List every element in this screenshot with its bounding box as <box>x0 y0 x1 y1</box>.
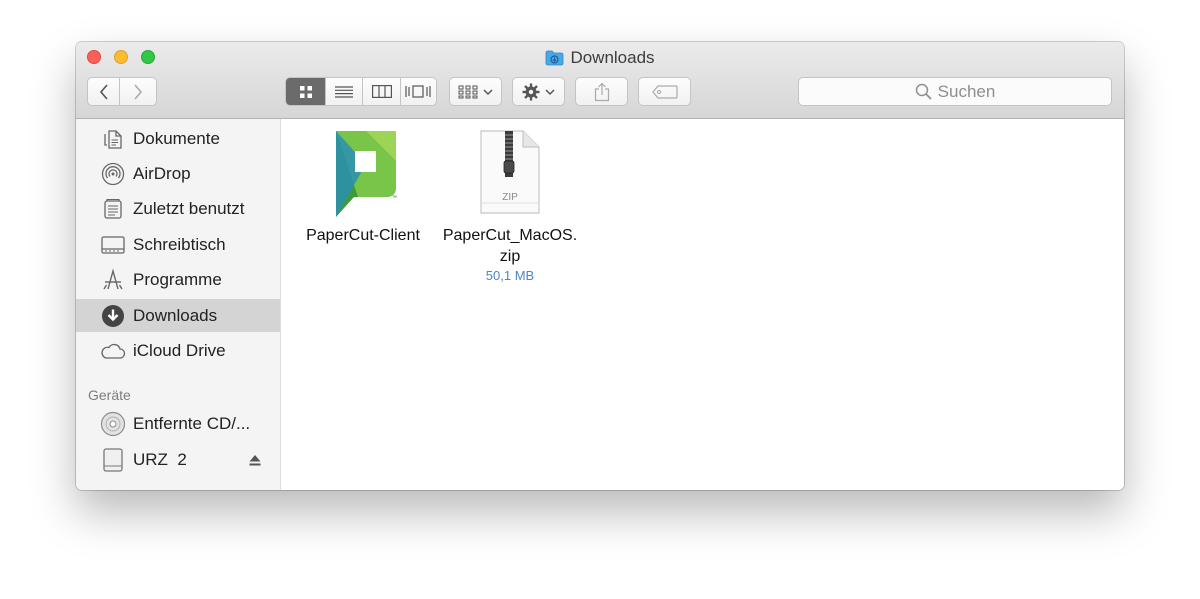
arrange-grid-icon <box>458 85 478 98</box>
svg-text:™: ™ <box>392 195 397 201</box>
share-icon <box>594 82 609 101</box>
window-title-text: Downloads <box>570 48 655 67</box>
desktop-icon <box>100 232 126 258</box>
sidebar-item-label: Downloads <box>133 305 218 325</box>
action-button[interactable] <box>512 77 565 106</box>
view-mode-segmented-control <box>285 77 437 106</box>
sidebar-item-programme[interactable]: Programme <box>76 263 280 296</box>
forward-button[interactable] <box>119 77 157 106</box>
sidebar-item-label: Dokumente <box>133 128 220 148</box>
disc-icon <box>100 411 126 437</box>
sidebar-item-entfernte-cd[interactable]: Entfernte CD/... <box>76 407 280 440</box>
drive-icon <box>100 447 126 473</box>
arrange-button[interactable] <box>449 77 502 106</box>
cover-flow-view-button[interactable] <box>401 78 436 105</box>
sidebar-item-label: iCloud Drive <box>133 340 226 360</box>
eject-icon[interactable] <box>248 452 262 466</box>
sidebar-item-label: Programme <box>133 269 222 289</box>
gear-icon <box>522 83 540 100</box>
search-placeholder: Suchen <box>937 81 996 101</box>
back-button[interactable] <box>87 77 120 106</box>
sidebar-item-label: Entfernte CD/... <box>133 413 251 433</box>
icon-view-icon <box>299 85 312 98</box>
cloud-icon <box>100 338 126 364</box>
download-icon <box>100 303 126 329</box>
chevron-right-icon <box>134 83 143 100</box>
sidebar-item-dokumente[interactable]: Dokumente <box>76 122 280 155</box>
sidebar-item-label: Schreibtisch <box>133 234 226 254</box>
chevron-left-icon <box>99 83 108 100</box>
zip-badge: ZIP <box>502 192 518 203</box>
sidebar-item-urz-2[interactable]: URZ 2 <box>76 443 280 476</box>
file-name-line2: zip <box>499 248 521 265</box>
sidebar-item-icloud-drive[interactable]: iCloud Drive <box>76 334 280 367</box>
sidebar-item-label: URZ 2 <box>133 449 187 469</box>
airdrop-icon <box>100 161 126 187</box>
file-size: 50,1 MB <box>485 268 535 283</box>
search-field[interactable]: Suchen <box>798 77 1112 106</box>
edit-tags-button[interactable] <box>638 77 691 106</box>
sidebar-item-downloads[interactable]: Downloads <box>76 299 280 332</box>
file-name-line1: PaperCut_MacOS. <box>442 227 578 244</box>
sidebar-item-zuletzt-benutzt[interactable]: Zuletzt benutzt <box>76 192 280 225</box>
finder-window: Downloads Suchen Dokumente AirDrop Zulet… <box>76 42 1124 490</box>
sidebar-item-schreibtisch[interactable]: Schreibtisch <box>76 228 280 261</box>
window-title: Downloads <box>76 48 1124 68</box>
downloads-folder-icon <box>545 50 564 66</box>
file-browser-content: ™ PaperCut-Client ZIP PaperCut_MacOS. zi… <box>281 119 1124 490</box>
chevron-down-icon <box>545 88 555 95</box>
document-icon <box>100 126 126 152</box>
sidebar-item-label: Zuletzt benutzt <box>133 198 245 218</box>
list-view-button[interactable] <box>326 78 364 105</box>
chevron-down-icon <box>483 88 493 95</box>
file-item-papercut-macos-zip[interactable]: ZIP PaperCut_MacOS. zip 50,1 MB <box>433 129 587 285</box>
column-view-icon <box>371 85 392 98</box>
sidebar-item-label: AirDrop <box>133 163 191 183</box>
sidebar-section-devices: Geräte <box>88 387 131 403</box>
file-name: PaperCut-Client <box>306 227 420 244</box>
share-button[interactable] <box>575 77 628 106</box>
cover-flow-view-icon <box>405 85 431 98</box>
titlebar: Downloads Suchen <box>76 42 1124 119</box>
search-icon <box>915 83 932 100</box>
file-item-papercut-client[interactable]: ™ PaperCut-Client <box>293 127 433 246</box>
sidebar-item-airdrop[interactable]: AirDrop <box>76 157 280 190</box>
applications-icon <box>100 267 126 293</box>
sidebar: Dokumente AirDrop Zuletzt benutzt Schrei… <box>76 119 281 490</box>
papercut-app-icon: ™ <box>328 127 398 219</box>
list-view-icon <box>335 85 354 98</box>
zip-file-icon: ZIP <box>477 129 543 215</box>
tag-icon <box>651 84 678 99</box>
icon-view-button[interactable] <box>286 78 327 105</box>
recents-icon <box>100 196 126 222</box>
column-view-button[interactable] <box>363 78 401 105</box>
